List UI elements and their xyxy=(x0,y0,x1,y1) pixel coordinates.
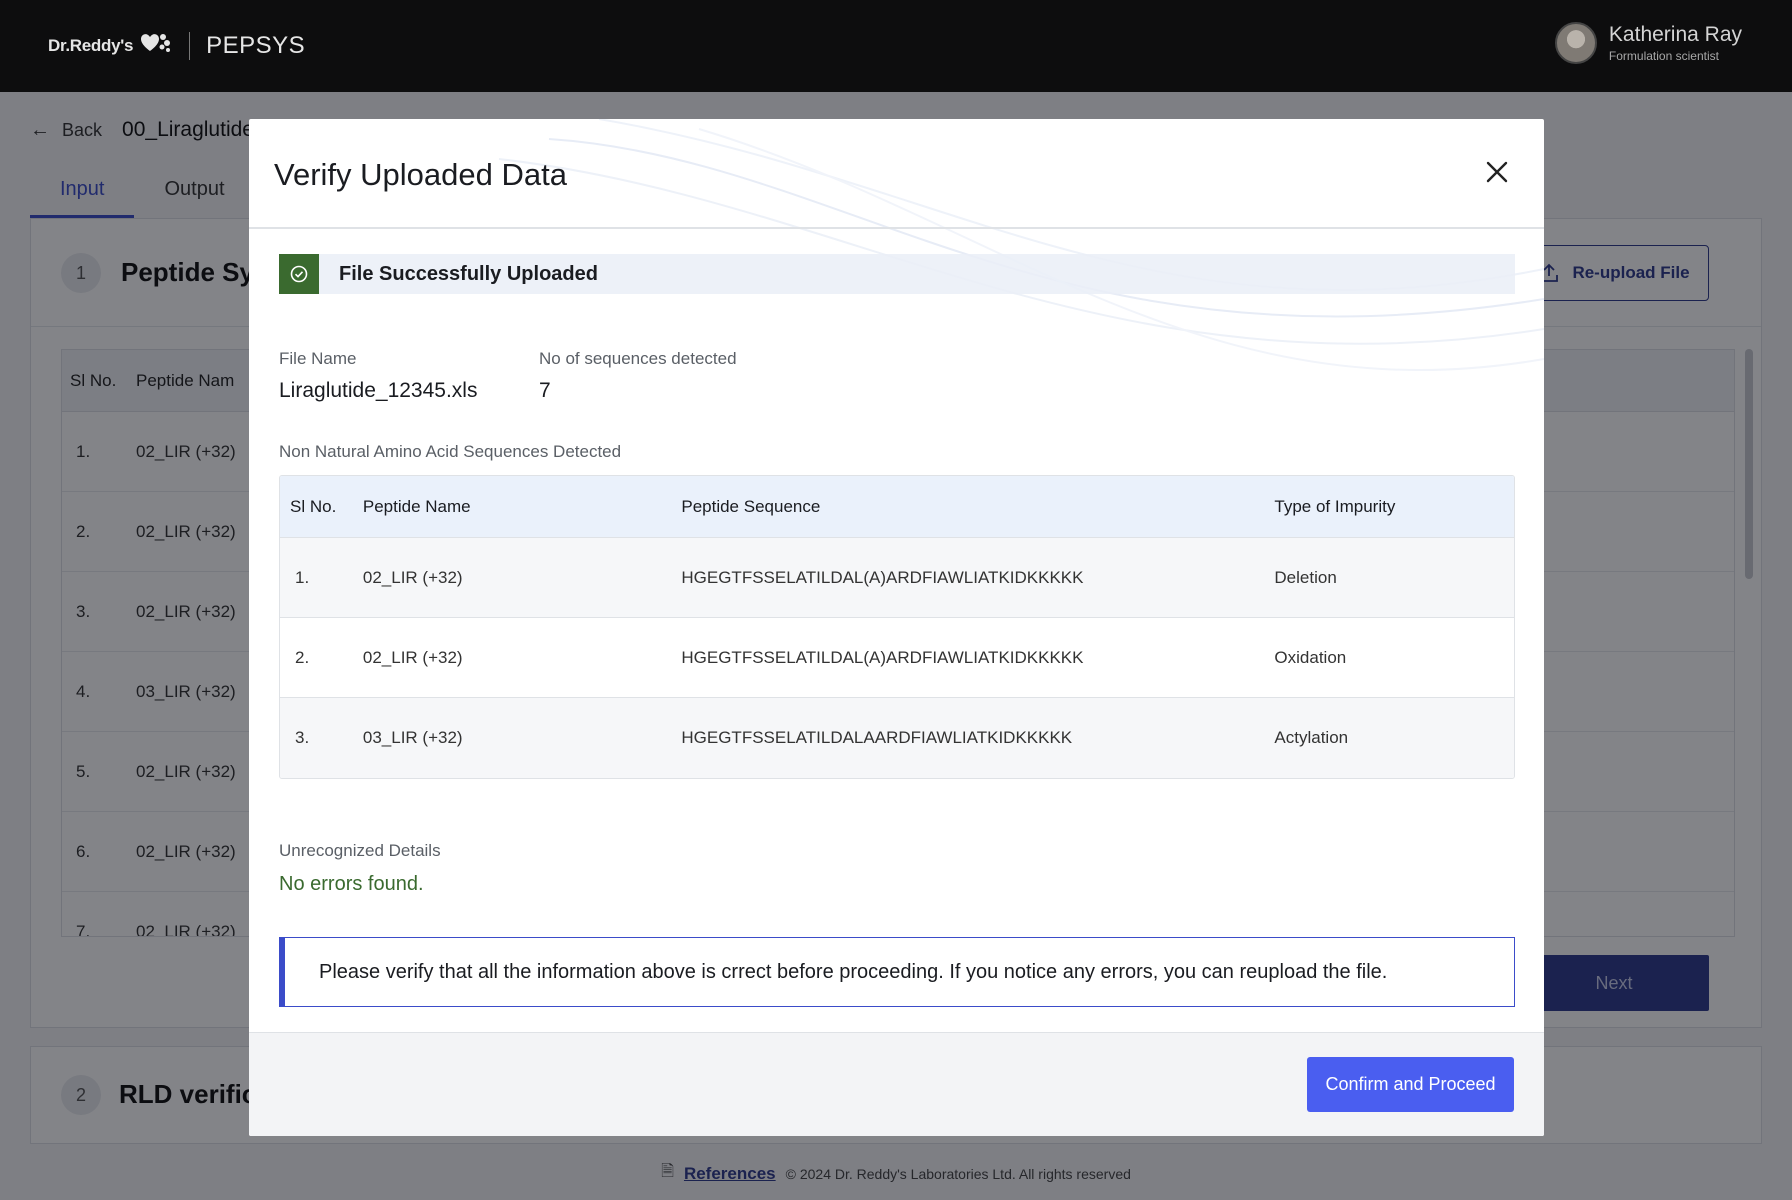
divider xyxy=(249,227,1544,229)
cell-sl: 1. xyxy=(295,567,310,587)
success-text: File Successfully Uploaded xyxy=(339,262,598,285)
confirm-and-proceed-button[interactable]: Confirm and Proceed xyxy=(1307,1057,1514,1112)
non-natural-table: Sl No. Peptide Name Peptide Sequence Typ… xyxy=(279,475,1515,779)
brand-logo-icon xyxy=(141,34,171,52)
table-row: 3. 03_LIR (+32) HGEGTFSSELATILDALAARDFIA… xyxy=(280,698,1514,778)
cell-impurity: Deletion xyxy=(1274,567,1337,587)
column-header: Type of Impurity xyxy=(1274,496,1396,516)
success-badge xyxy=(279,254,319,294)
sequence-count-value: 7 xyxy=(539,379,551,402)
cell-peptide-name: 03_LIR (+32) xyxy=(362,728,463,747)
file-name-label: File Name xyxy=(279,349,357,368)
sequence-count-label: No of sequences detected xyxy=(539,349,737,368)
cell-sequence: HGEGTFSSELATILDALAARDFIAWLIATKIDKKKKK xyxy=(681,728,1073,747)
file-name-value: Liraglutide_12345.xls xyxy=(279,379,478,402)
cell-sl: 2. xyxy=(295,647,310,667)
non-natural-label: Non Natural Amino Acid Sequences Detecte… xyxy=(279,442,622,461)
verification-notice: Please verify that all the information a… xyxy=(279,937,1515,1007)
app-header: Dr.Reddy's PEPSYS Katherina Ray Formulat… xyxy=(0,0,1792,92)
close-icon[interactable] xyxy=(1480,155,1514,189)
user-name: Katherina Ray xyxy=(1608,23,1742,46)
check-circle-icon xyxy=(290,265,308,283)
table-header: Sl No. Peptide Name Peptide Sequence Typ… xyxy=(280,476,1514,538)
column-header: Peptide Sequence xyxy=(681,496,821,516)
verify-upload-modal: Verify Uploaded Data File Successfully U… xyxy=(249,119,1544,1136)
avatar[interactable] xyxy=(1554,22,1597,64)
user-profile[interactable]: Katherina Ray Formulation scientist xyxy=(1554,22,1742,64)
cell-sequence: HGEGTFSSELATILDAL(A)ARDFIAWLIATKIDKKKKK xyxy=(681,567,1084,587)
column-header: Sl No. xyxy=(290,496,337,516)
file-name-block: File Name Liraglutide_12345.xls xyxy=(279,349,477,403)
brand-name: Dr.Reddy's xyxy=(48,36,134,55)
table-row: 1. 02_LIR (+32) HGEGTFSSELATILDAL(A)ARDF… xyxy=(280,538,1514,618)
table-row: 2. 02_LIR (+32) HGEGTFSSELATILDAL(A)ARDF… xyxy=(280,618,1514,698)
modal-footer: Confirm and Proceed xyxy=(249,1032,1544,1136)
cell-sl: 3. xyxy=(295,728,310,747)
sequence-count-block: No of sequences detected 7 xyxy=(539,349,737,403)
cell-sequence: HGEGTFSSELATILDAL(A)ARDFIAWLIATKIDKKKKK xyxy=(681,647,1084,667)
brand: Dr.Reddy's PEPSYS xyxy=(48,28,305,64)
cell-impurity: Actylation xyxy=(1274,728,1349,747)
cell-peptide-name: 02_LIR (+32) xyxy=(362,647,463,667)
cell-peptide-name: 02_LIR (+32) xyxy=(362,567,463,587)
user-role: Formulation scientist xyxy=(1608,49,1719,63)
brand-separator xyxy=(189,32,191,60)
unrecognized-value: No errors found. xyxy=(279,873,424,895)
app-name: PEPSYS xyxy=(206,32,306,59)
upload-success-banner: File Successfully Uploaded xyxy=(279,254,1515,294)
modal-title: Verify Uploaded Data xyxy=(274,157,567,192)
column-header: Peptide Name xyxy=(362,496,471,516)
unrecognized-label: Unrecognized Details xyxy=(279,841,441,860)
cell-impurity: Oxidation xyxy=(1274,647,1347,667)
